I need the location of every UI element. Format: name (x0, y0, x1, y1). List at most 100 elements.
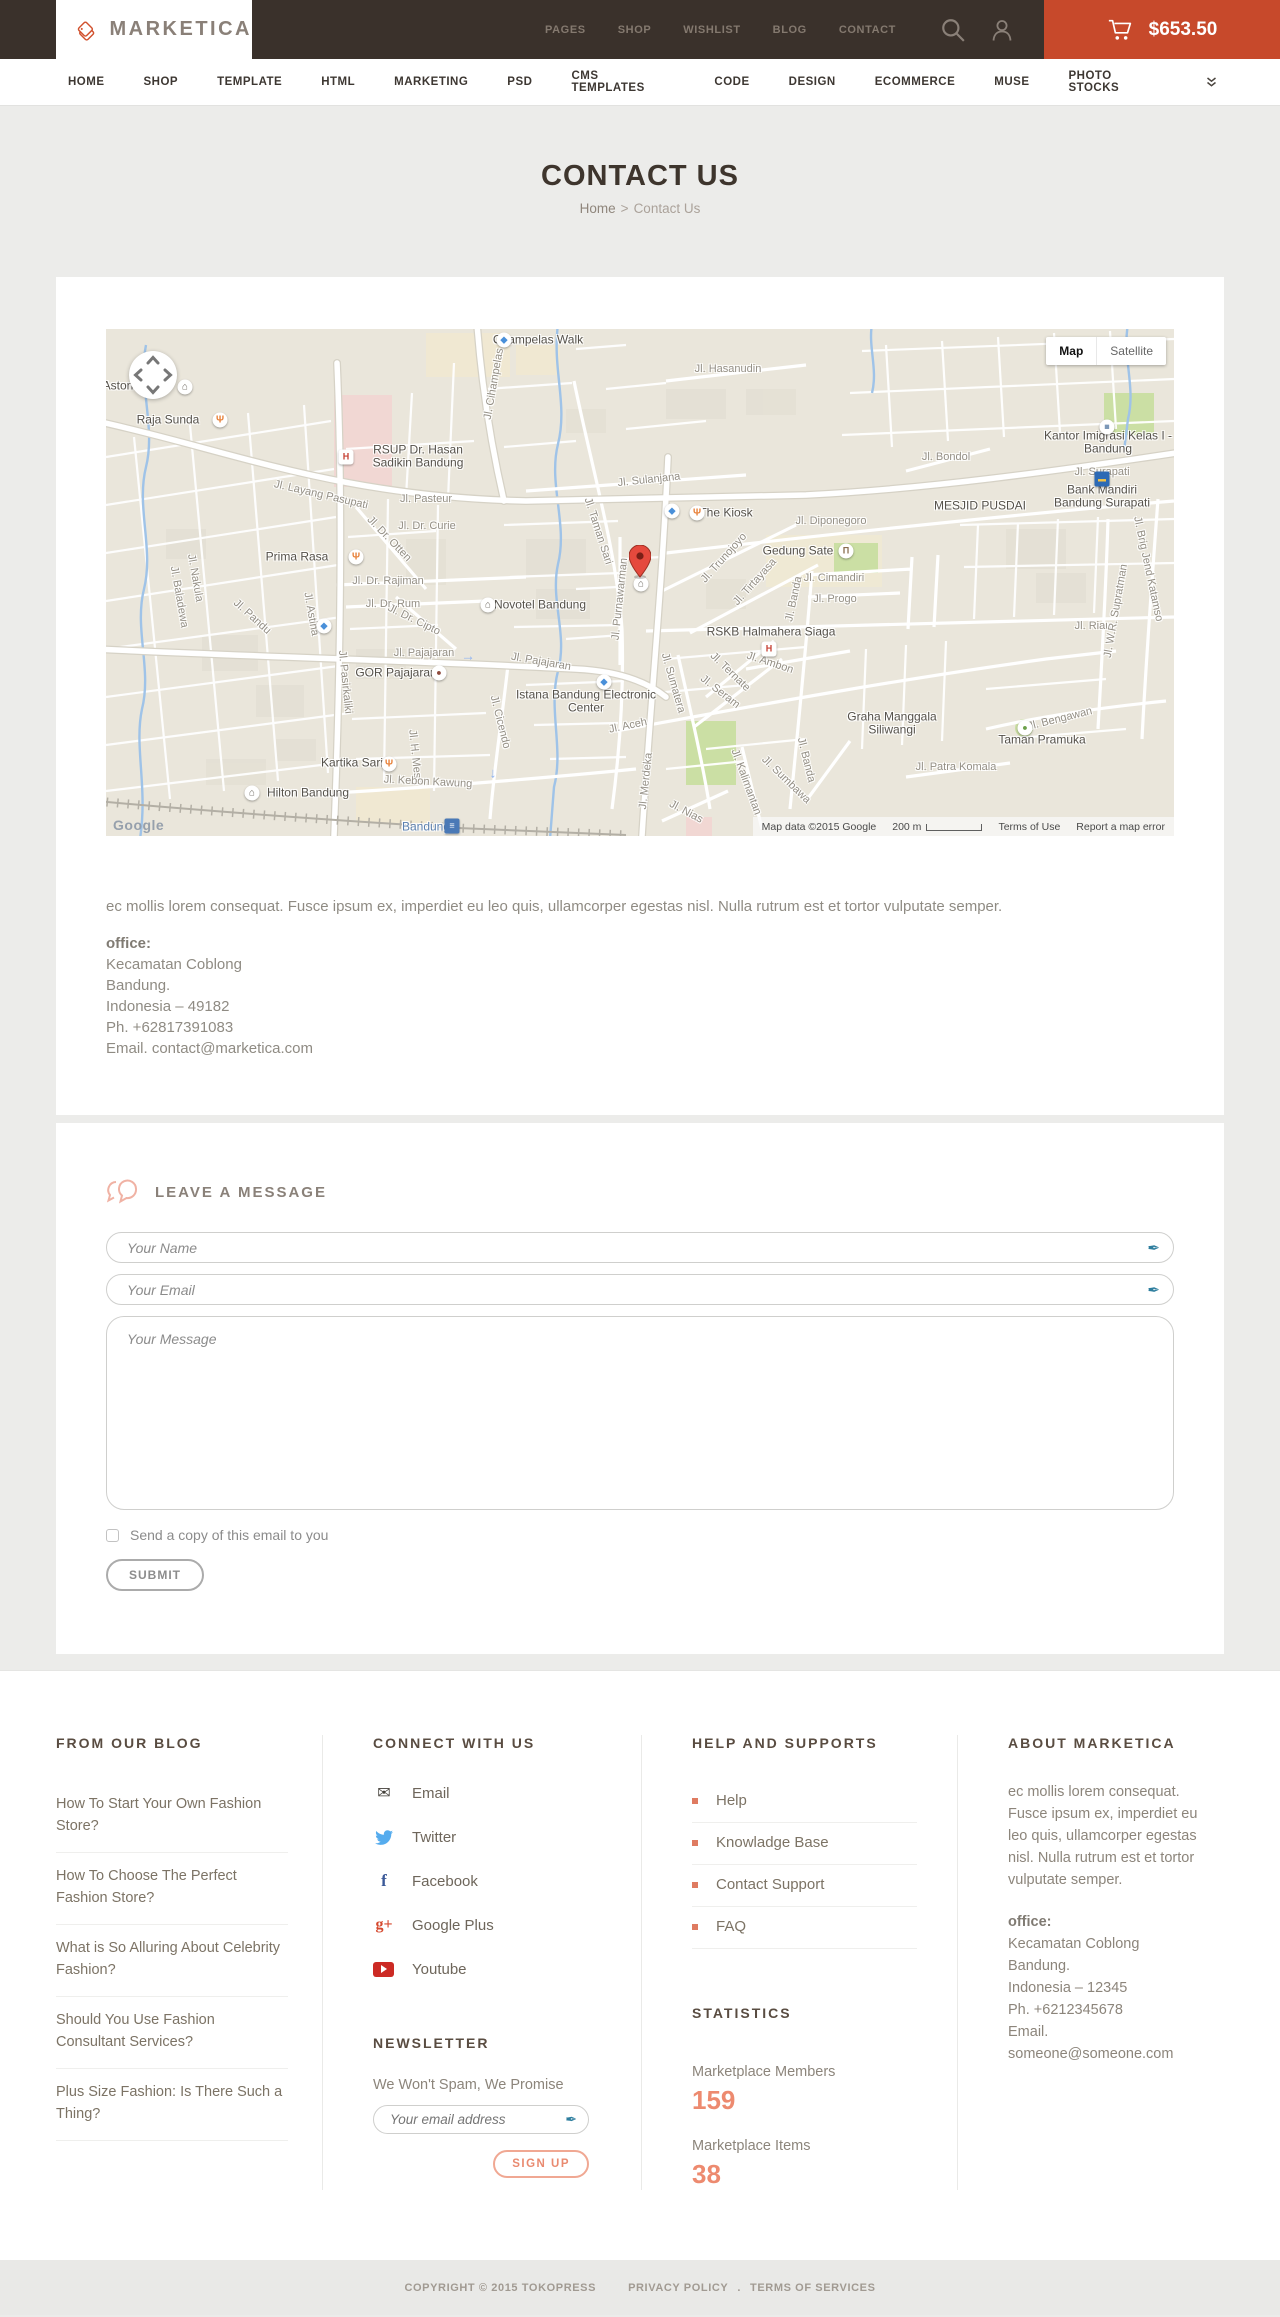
header-nav-link[interactable]: PAGES (545, 24, 586, 36)
hospital-icon[interactable] (338, 449, 354, 465)
header-nav-link[interactable]: SHOP (618, 24, 652, 36)
page-title: CONTACT US (541, 160, 739, 192)
help-link-row[interactable]: Contact Support (692, 1865, 917, 1907)
blog-post-link[interactable]: Plus Size Fashion: Is There Such a Thing… (56, 2084, 282, 2122)
category-nav-link[interactable]: TEMPLATE (217, 76, 282, 88)
category-nav-link[interactable]: MARKETING (394, 76, 468, 88)
send-copy-checkbox[interactable] (106, 1528, 119, 1542)
map-scale-bar (926, 823, 983, 831)
submit-button[interactable]: SUBMIT (106, 1559, 204, 1591)
google-map[interactable]: Aston Raja Sunda Champelas Walk Jl. Cihampe… (106, 329, 1174, 836)
more-categories-button[interactable] (1205, 76, 1218, 88)
restaurant-icon[interactable] (689, 505, 705, 521)
help-link: Contact Support (716, 1876, 825, 1893)
map-pan-control[interactable] (129, 351, 177, 399)
signup-button[interactable]: SIGN UP (493, 2150, 589, 2178)
social-link[interactable]: ✉ f g+ Twitter (373, 1823, 601, 1851)
map-view-button[interactable]: Map (1046, 337, 1097, 365)
category-nav: HOME SHOP TEMPLATE HTML MARKETING PSD CMS TEMP… (0, 59, 1280, 106)
bullet-square-icon (692, 1797, 698, 1804)
email-field-wrap: ✒ (106, 1274, 1174, 1305)
footer-blog-column: FROM OUR BLOG How To Start Your Own Fash… (56, 1735, 322, 2190)
satellite-view-button[interactable]: Satellite (1096, 337, 1166, 365)
site-header: MARKETICA PAGES SHOP WISHLIST BLOG CONTACT $… (0, 0, 1280, 59)
name-input[interactable] (106, 1232, 1174, 1263)
bank-icon[interactable] (1094, 471, 1110, 487)
privacy-policy-link[interactable]: PRIVACY POLICY (628, 2282, 728, 2294)
office-line: Kecamatan Coblong (106, 956, 242, 973)
social-label: Google Plus (412, 1916, 494, 1934)
category-nav-link[interactable]: DESIGN (789, 76, 836, 88)
pan-left-icon (133, 368, 143, 382)
shop-icon[interactable] (316, 618, 332, 634)
blog-list-item: How To Start Your Own Fashion Store? (56, 1781, 288, 1853)
blog-post-link[interactable]: What is So Alluring About Celebrity Fash… (56, 1940, 280, 1978)
category-nav-link[interactable]: CMS TEMPLATES (571, 70, 675, 94)
hotel-icon[interactable] (244, 785, 260, 801)
blog-post-link[interactable]: How To Choose The Perfect Fashion Store? (56, 1868, 237, 1906)
category-nav-link[interactable]: PSD (507, 76, 532, 88)
shop-icon[interactable] (496, 332, 512, 348)
about-office: office: Kecamatan Coblong Bandung. Indones… (1008, 1911, 1216, 2065)
newsletter-email-input[interactable] (373, 2105, 589, 2134)
send-copy-label: Send a copy of this email to you (130, 1527, 329, 1543)
breadcrumb-home-link[interactable]: Home (580, 201, 616, 216)
social-label: Youtube (412, 1960, 467, 1978)
government-icon[interactable] (1099, 419, 1115, 435)
bullet-square-icon (692, 1923, 698, 1930)
logo[interactable]: MARKETICA (56, 0, 252, 59)
social-link[interactable]: ✉ f g+ Google Plus (373, 1911, 601, 1939)
museum-icon[interactable] (838, 543, 854, 559)
blog-post-link[interactable]: How To Start Your Own Fashion Store? (56, 1796, 261, 1834)
category-nav-link[interactable]: MUSE (994, 76, 1029, 88)
restaurant-icon[interactable] (381, 756, 397, 772)
help-link-row[interactable]: Knowladge Base (692, 1823, 917, 1865)
help-heading: HELP AND SUPPORTS (692, 1735, 878, 1751)
office-line: Kecamatan Coblong (1008, 1936, 1140, 1952)
arrow-down-icon[interactable] (486, 765, 501, 780)
cart-button[interactable]: $653.50 (1044, 0, 1280, 59)
arrow-right-icon[interactable] (461, 648, 476, 663)
hospital-icon[interactable] (761, 641, 777, 657)
blog-list: How To Start Your Own Fashion Store? How … (56, 1781, 288, 2141)
category-nav-link[interactable]: SHOP (144, 76, 179, 88)
shop-icon[interactable] (596, 674, 612, 690)
restaurant-icon[interactable] (212, 412, 228, 428)
stat-item: Marketplace Members 159 (692, 2064, 917, 2116)
blog-post-link[interactable]: Should You Use Fashion Consultant Servic… (56, 2012, 215, 2050)
header-nav-link[interactable]: WISHLIST (683, 24, 740, 36)
about-office-lines: Kecamatan Coblong Bandung. Indonesia – 123… (1008, 1933, 1216, 2065)
map-marker-pin[interactable] (628, 544, 652, 584)
message-textarea[interactable] (106, 1316, 1174, 1510)
header-nav-link[interactable]: CONTACT (839, 24, 896, 36)
report-map-error-link[interactable]: Report a map error (1076, 821, 1165, 833)
office-line: Bandung. (106, 977, 171, 994)
search-icon[interactable] (940, 17, 966, 43)
social-link[interactable]: ✉ f g+ Email (373, 1779, 601, 1807)
sports-icon[interactable] (431, 665, 447, 681)
terms-of-services-link[interactable]: TERMS OF SERVICES (750, 2282, 876, 2294)
office-line: Ph. +62817391083 (106, 1019, 234, 1036)
category-nav-link[interactable]: HOME (68, 76, 105, 88)
user-icon[interactable] (990, 18, 1014, 42)
category-nav-link[interactable]: ECOMMERCE (875, 76, 956, 88)
email-input[interactable] (106, 1274, 1174, 1305)
shop-icon[interactable] (664, 503, 680, 519)
train-icon[interactable] (444, 818, 460, 834)
social-label: Facebook (412, 1872, 478, 1890)
category-nav-link[interactable]: PHOTO STOCKS (1069, 70, 1167, 94)
category-nav-link[interactable]: HTML (321, 76, 355, 88)
restaurant-icon[interactable] (348, 549, 364, 565)
terms-of-use-link[interactable]: Terms of Use (998, 821, 1060, 833)
hotel-icon[interactable] (177, 379, 193, 395)
park-icon[interactable] (1017, 720, 1033, 736)
help-link-row[interactable]: FAQ (692, 1907, 917, 1949)
social-link[interactable]: ✉ f g+ Facebook (373, 1867, 601, 1895)
header-nav-link[interactable]: BLOG (773, 24, 807, 36)
social-link[interactable]: ✉ f g+ Youtube (373, 1955, 601, 1983)
help-link-row[interactable]: Help (692, 1781, 917, 1823)
hotel-icon[interactable] (480, 597, 496, 613)
office-line: Ph. +6212345678 (1008, 2002, 1123, 2018)
footer-help-column: HELP AND SUPPORTS Help Knowladge Base Co… (641, 1735, 957, 2190)
category-nav-link[interactable]: CODE (714, 76, 749, 88)
